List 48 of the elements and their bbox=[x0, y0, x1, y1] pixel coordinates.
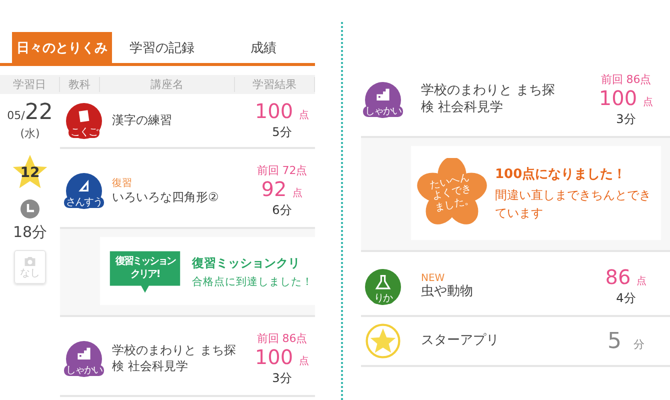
score-label: 100 点 bbox=[598, 87, 654, 109]
subject-label: こくご bbox=[68, 126, 100, 138]
column-header: 講座名 bbox=[100, 77, 235, 92]
lesson-title: 学校のまわりと まち探 検 社会科見学 bbox=[112, 343, 237, 375]
score-label: 86 点 bbox=[604, 266, 648, 288]
column-header: 学習結果 bbox=[235, 77, 315, 92]
score-label: 100 点 bbox=[254, 346, 310, 368]
tab[interactable]: 学習の記録 bbox=[112, 32, 212, 63]
camera-icon bbox=[22, 255, 38, 268]
flower-icon bbox=[417, 158, 487, 224]
tag-label: NEW bbox=[421, 272, 446, 284]
subject-label: しゃかい bbox=[363, 106, 403, 117]
banner-title: 復習ミッションクリ bbox=[192, 255, 301, 272]
sign-text: 復習ミッション bbox=[115, 256, 175, 268]
total-time: 18分 bbox=[12, 223, 48, 242]
score-label: 100 点 bbox=[254, 100, 310, 122]
clock-icon bbox=[20, 199, 40, 219]
lesson-title: 漢字の練習 bbox=[112, 112, 173, 128]
tag-label: 復習 bbox=[112, 177, 133, 190]
subject-label: りか bbox=[372, 292, 394, 304]
subject-label: さんすう bbox=[64, 197, 104, 208]
column-header: 学習日 bbox=[0, 77, 60, 92]
time-label: 3分 bbox=[615, 111, 637, 128]
previous-score: 前回 72点 bbox=[256, 163, 308, 178]
time-label: 5 分 bbox=[606, 328, 646, 354]
star-icon bbox=[10, 153, 50, 191]
time-label: 6分 bbox=[271, 202, 293, 219]
banner-message: 間違い直しまできちんとできています bbox=[495, 186, 652, 222]
date-label: 05/22 bbox=[7, 102, 53, 124]
banner-message: 合格点に到達しました！ bbox=[192, 275, 313, 289]
time-label: 4分 bbox=[615, 290, 637, 307]
lesson-title: 虫や動物 bbox=[421, 284, 474, 300]
subject-label: しゃかい bbox=[64, 365, 104, 376]
score-label: 92 点 bbox=[260, 178, 304, 200]
time-label: 3分 bbox=[271, 370, 293, 387]
star-count: 12 bbox=[19, 165, 41, 181]
lesson-title: 学校のまわりと まち探 検 社会科見学 bbox=[421, 83, 556, 117]
sign-text: クリア! bbox=[130, 268, 160, 281]
column-header: 教科 bbox=[60, 77, 100, 92]
previous-score: 前回 86点 bbox=[600, 72, 652, 87]
time-label: 5分 bbox=[271, 124, 293, 141]
weekday-label: (水) bbox=[20, 126, 40, 141]
app-title: スターアプリ bbox=[421, 332, 500, 350]
lesson-title: いろいろな四角形② bbox=[112, 190, 220, 206]
banner-title: 100点になりました！ bbox=[495, 166, 628, 182]
previous-score: 前回 86点 bbox=[256, 331, 308, 346]
tab[interactable]: 成績 bbox=[212, 32, 315, 63]
flask-icon bbox=[374, 274, 392, 292]
